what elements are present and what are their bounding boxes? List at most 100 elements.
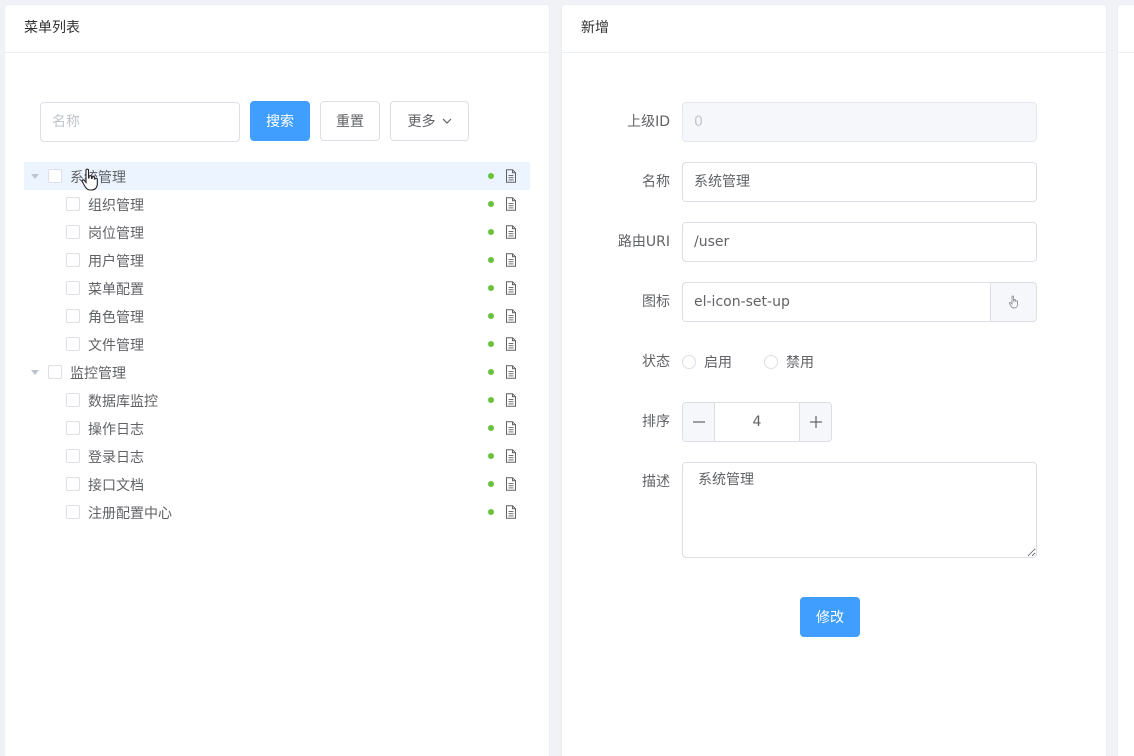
tree-node-checkbox[interactable] — [66, 197, 80, 211]
tree-node[interactable]: 文件管理 — [24, 330, 530, 358]
document-icon[interactable] — [505, 225, 517, 239]
tree-node-label: 操作日志 — [88, 422, 144, 438]
chevron-down-icon — [442, 118, 451, 124]
sort-stepper: 4 — [682, 402, 832, 442]
tree-node[interactable]: 监控管理 — [24, 358, 530, 386]
add-panel-title: 新增 — [562, 5, 1106, 53]
status-dot-icon — [488, 453, 494, 459]
status-dot-icon — [488, 369, 494, 375]
name-label: 名称 — [642, 174, 670, 190]
status-dot-icon — [488, 425, 494, 431]
radio-circle[interactable] — [764, 355, 778, 369]
status-dot-icon — [488, 509, 494, 515]
caret-down-icon[interactable] — [31, 370, 39, 375]
tree-node-checkbox[interactable] — [66, 449, 80, 463]
tree-node-label: 接口文档 — [88, 478, 144, 494]
document-icon[interactable] — [505, 169, 517, 183]
menu-tree: 系统管理 组织管理 岗位管理 用户管理 菜单配置 角色管理 文件管理 监控管理 数据库监控 操作日… — [24, 162, 530, 526]
tree-node-label: 登录日志 — [88, 450, 144, 466]
icon-field[interactable]: el-icon-set-up — [682, 282, 991, 322]
tree-node[interactable]: 登录日志 — [24, 442, 530, 470]
document-icon[interactable] — [505, 393, 517, 407]
menu-list-panel: 菜单列表 搜索 重置 更多 系统管理组织管理岗位管理用户管理菜单配置角色管理文件… — [4, 4, 550, 756]
menu-list-title: 菜单列表 — [5, 5, 549, 53]
minus-icon — [692, 421, 705, 423]
status-option-label: 启用 — [704, 355, 732, 371]
tree-node[interactable]: 角色管理 — [24, 302, 530, 330]
tree-node-checkbox[interactable] — [66, 281, 80, 295]
status-label: 状态 — [642, 354, 670, 370]
document-icon[interactable] — [505, 309, 517, 323]
desc-label: 描述 — [642, 474, 670, 490]
reset-button[interactable]: 重置 — [320, 101, 380, 141]
icon-picker-button[interactable] — [990, 282, 1037, 322]
tree-node-checkbox[interactable] — [48, 169, 62, 183]
status-dot-icon — [488, 257, 494, 263]
document-icon[interactable] — [505, 253, 517, 267]
status-dot-icon — [488, 285, 494, 291]
document-icon[interactable] — [505, 337, 517, 351]
pointer-icon — [1008, 295, 1018, 309]
tree-node-checkbox[interactable] — [66, 477, 80, 491]
document-icon[interactable] — [505, 477, 517, 491]
status-dot-icon — [488, 341, 494, 347]
document-icon[interactable] — [505, 281, 517, 295]
radio-circle[interactable] — [682, 355, 696, 369]
tree-node[interactable]: 用户管理 — [24, 246, 530, 274]
tree-node[interactable]: 接口文档 — [24, 470, 530, 498]
tree-node-label: 菜单配置 — [88, 282, 144, 298]
parent-id-label: 上级ID — [627, 114, 670, 130]
tree-node[interactable]: 组织管理 — [24, 190, 530, 218]
tree-node[interactable]: 操作日志 — [24, 414, 530, 442]
add-menu-panel: 新增 上级ID 0 名称 系统管理 路由URI /user 图标 el-icon… — [561, 4, 1107, 756]
tree-node-checkbox[interactable] — [66, 253, 80, 267]
parent-id-field: 0 — [682, 102, 1037, 142]
icon-label: 图标 — [642, 294, 670, 310]
sort-value[interactable]: 4 — [714, 402, 800, 442]
tree-node-label: 文件管理 — [88, 338, 144, 354]
hand-pointer-icon — [81, 168, 98, 191]
increment-button[interactable] — [799, 402, 832, 442]
decrement-button[interactable] — [682, 402, 715, 442]
route-label: 路由URI — [617, 234, 670, 250]
search-button[interactable]: 搜索 — [250, 101, 310, 141]
status-dot-icon — [488, 229, 494, 235]
document-icon[interactable] — [505, 505, 517, 519]
caret-down-icon[interactable] — [31, 174, 39, 179]
extra-panel — [1117, 4, 1134, 756]
tree-node-checkbox[interactable] — [66, 337, 80, 351]
more-button[interactable]: 更多 — [390, 101, 469, 141]
tree-node-label: 角色管理 — [88, 310, 144, 326]
tree-node-checkbox[interactable] — [66, 421, 80, 435]
tree-node-label: 注册配置中心 — [88, 506, 172, 522]
status-dot-icon — [488, 313, 494, 319]
extra-panel-header — [1118, 5, 1134, 53]
document-icon[interactable] — [505, 449, 517, 463]
sort-label: 排序 — [642, 414, 670, 430]
document-icon[interactable] — [505, 365, 517, 379]
status-radio-disabled[interactable]: 禁用 — [764, 342, 814, 382]
tree-node[interactable]: 菜单配置 — [24, 274, 530, 302]
name-field[interactable]: 系统管理 — [682, 162, 1037, 202]
status-dot-icon — [488, 173, 494, 179]
desc-textarea[interactable]: 系统管理 — [682, 462, 1037, 558]
tree-node[interactable]: 数据库监控 — [24, 386, 530, 414]
tree-node-label: 监控管理 — [70, 366, 126, 382]
route-field[interactable]: /user — [682, 222, 1037, 262]
tree-node[interactable]: 岗位管理 — [24, 218, 530, 246]
tree-node-checkbox[interactable] — [66, 393, 80, 407]
tree-node-checkbox[interactable] — [66, 505, 80, 519]
tree-node-label: 数据库监控 — [88, 394, 158, 410]
tree-node-checkbox[interactable] — [48, 365, 62, 379]
status-dot-icon — [488, 201, 494, 207]
document-icon[interactable] — [505, 421, 517, 435]
plus-icon — [809, 416, 822, 428]
status-dot-icon — [488, 397, 494, 403]
tree-node[interactable]: 注册配置中心 — [24, 498, 530, 526]
tree-node-checkbox[interactable] — [66, 225, 80, 239]
submit-button[interactable]: 修改 — [800, 597, 860, 637]
document-icon[interactable] — [505, 197, 517, 211]
search-input[interactable] — [40, 102, 240, 142]
status-radio-enabled[interactable]: 启用 — [682, 342, 732, 382]
tree-node-checkbox[interactable] — [66, 309, 80, 323]
